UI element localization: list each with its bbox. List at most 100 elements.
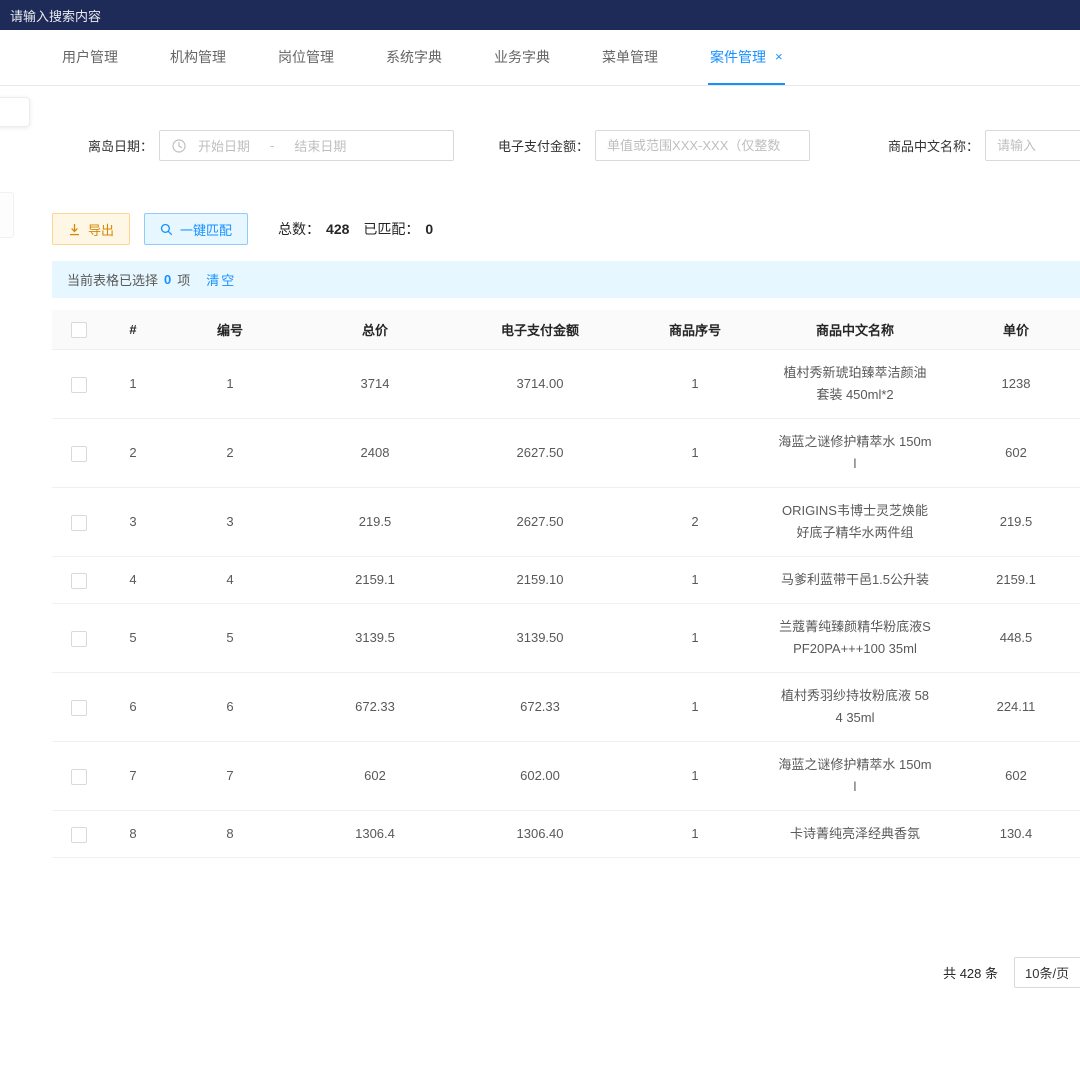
cell-name: 兰蔻菁纯臻颜精华粉底液SPF20PA+++100 35ml bbox=[760, 616, 950, 660]
row-checkbox-cell bbox=[52, 765, 106, 787]
clock-icon bbox=[172, 139, 186, 153]
cell-code: 5 bbox=[160, 627, 300, 649]
cell-index: 4 bbox=[106, 569, 160, 591]
table-header-row: #编号总价电子支付金额商品序号商品中文名称单价 bbox=[52, 310, 1080, 350]
cell-total: 672.33 bbox=[300, 696, 450, 718]
cell-epay: 2159.10 bbox=[450, 569, 630, 591]
export-button[interactable]: 导出 bbox=[52, 213, 130, 245]
cell-seq: 1 bbox=[630, 696, 760, 718]
cell-code: 2 bbox=[160, 442, 300, 464]
export-button-label: 导出 bbox=[88, 220, 114, 239]
page-size-select[interactable]: 10条/页 bbox=[1014, 957, 1080, 988]
cell-code: 8 bbox=[160, 823, 300, 845]
row-checkbox[interactable] bbox=[71, 377, 87, 393]
date-end-input[interactable]: 结束日期 bbox=[294, 136, 346, 155]
column-header: # bbox=[106, 322, 160, 337]
tab-bar: 用户管理 机构管理 岗位管理系统字典 业务字典 菜单管理 案件管理× bbox=[0, 30, 1080, 86]
date-filter-label: 离岛日期： bbox=[88, 136, 153, 155]
filter-row: 离岛日期： 开始日期 - 结束日期 电子支付金额： 商品中文名称： bbox=[88, 130, 1080, 161]
tab-label: 菜单管理 bbox=[602, 47, 658, 67]
tab-item[interactable]: 用户管理 bbox=[60, 30, 120, 85]
matched-label: 已匹配： bbox=[363, 219, 419, 239]
column-header: 商品序号 bbox=[630, 320, 760, 339]
cell-unit: 448.5 bbox=[950, 627, 1080, 649]
cell-index: 1 bbox=[106, 373, 160, 395]
row-checkbox-cell bbox=[52, 627, 106, 649]
data-table: #编号总价电子支付金额商品序号商品中文名称单价 1137143714.001植村… bbox=[52, 310, 1080, 887]
table-row: 1137143714.001植村秀新琥珀臻萃洁颜油套装 450ml*21238 bbox=[52, 350, 1080, 419]
tab-label: 机构管理 bbox=[170, 47, 226, 67]
export-icon bbox=[68, 223, 81, 236]
cell-code: 1 bbox=[160, 373, 300, 395]
table-row: 33219.52627.502ORIGINS韦博士灵芝焕能好底子精华水两件组21… bbox=[52, 488, 1080, 557]
clear-selection-link[interactable]: 清空 bbox=[206, 270, 236, 289]
row-checkbox[interactable] bbox=[71, 573, 87, 589]
cell-name: 海蓝之谜修护精萃水 150ml bbox=[760, 754, 950, 798]
row-checkbox-cell bbox=[52, 373, 106, 395]
tab-item[interactable]: 系统字典 bbox=[384, 30, 444, 85]
row-checkbox[interactable] bbox=[71, 631, 87, 647]
search-icon bbox=[160, 223, 173, 236]
date-range-picker[interactable]: 开始日期 - 结束日期 bbox=[159, 130, 454, 161]
column-header: 总价 bbox=[300, 320, 450, 339]
date-start-input[interactable]: 开始日期 bbox=[198, 136, 250, 155]
cell-seq: 1 bbox=[630, 765, 760, 787]
table-row: 2224082627.501海蓝之谜修护精萃水 150ml602 bbox=[52, 419, 1080, 488]
table-row: 553139.53139.501兰蔻菁纯臻颜精华粉底液SPF20PA+++100… bbox=[52, 604, 1080, 673]
pagination-bar: 共 428 条 10条/页 bbox=[0, 957, 1080, 988]
side-drawer-handle[interactable] bbox=[0, 97, 30, 127]
amount-input[interactable] bbox=[595, 130, 810, 161]
cell-seq: 1 bbox=[630, 373, 760, 395]
tab-label: 业务字典 bbox=[494, 47, 550, 67]
total-label: 总数： bbox=[278, 219, 320, 239]
selection-count: 0 bbox=[164, 272, 171, 287]
product-name-input[interactable] bbox=[985, 130, 1080, 161]
cell-name: 植村秀新琥珀臻萃洁颜油套装 450ml*2 bbox=[760, 362, 950, 406]
page-size-value: 10条/页 bbox=[1025, 963, 1069, 982]
column-header: 商品中文名称 bbox=[760, 320, 950, 339]
table-body: 1137143714.001植村秀新琥珀臻萃洁颜油套装 450ml*212382… bbox=[52, 350, 1080, 858]
row-checkbox[interactable] bbox=[71, 515, 87, 531]
cell-code: 4 bbox=[160, 569, 300, 591]
row-checkbox-cell bbox=[52, 569, 106, 591]
cell-epay: 1306.40 bbox=[450, 823, 630, 845]
select-all-checkbox[interactable] bbox=[71, 322, 87, 338]
cell-unit: 602 bbox=[950, 442, 1080, 464]
table-row: 881306.41306.401卡诗菁纯亮泽经典香氛130.4 bbox=[52, 811, 1080, 858]
one-key-match-button[interactable]: 一键匹配 bbox=[144, 213, 248, 245]
tab-item[interactable]: 案件管理× bbox=[708, 30, 785, 85]
row-checkbox-cell bbox=[52, 442, 106, 464]
top-bar: 请输入搜索内容 bbox=[0, 0, 1080, 30]
cell-unit: 224.11 bbox=[950, 696, 1080, 718]
date-separator: - bbox=[270, 138, 274, 153]
selection-prefix: 当前表格已选择 bbox=[67, 270, 158, 289]
match-button-label: 一键匹配 bbox=[180, 220, 232, 239]
table-row: 77602602.001海蓝之谜修护精萃水 150ml602 bbox=[52, 742, 1080, 811]
cell-epay: 602.00 bbox=[450, 765, 630, 787]
tab-item[interactable]: 业务字典 bbox=[492, 30, 552, 85]
cell-index: 3 bbox=[106, 511, 160, 533]
global-search-input[interactable]: 请输入搜索内容 bbox=[10, 6, 101, 25]
cell-seq: 2 bbox=[630, 511, 760, 533]
row-checkbox[interactable] bbox=[71, 446, 87, 462]
tab-item[interactable]: 岗位管理 bbox=[276, 30, 336, 85]
cell-total: 1306.4 bbox=[300, 823, 450, 845]
close-icon[interactable]: × bbox=[775, 49, 783, 64]
tab-item[interactable]: 机构管理 bbox=[168, 30, 228, 85]
cell-unit: 130.4 bbox=[950, 823, 1080, 845]
row-checkbox[interactable] bbox=[71, 700, 87, 716]
cell-unit: 602 bbox=[950, 765, 1080, 787]
cell-index: 6 bbox=[106, 696, 160, 718]
row-checkbox[interactable] bbox=[71, 827, 87, 843]
cell-index: 7 bbox=[106, 765, 160, 787]
cell-seq: 1 bbox=[630, 569, 760, 591]
cell-total: 2408 bbox=[300, 442, 450, 464]
tab-item[interactable]: 菜单管理 bbox=[600, 30, 660, 85]
cell-total: 219.5 bbox=[300, 511, 450, 533]
row-checkbox[interactable] bbox=[71, 769, 87, 785]
cell-epay: 672.33 bbox=[450, 696, 630, 718]
product-filter-label: 商品中文名称： bbox=[888, 136, 979, 155]
totals-summary: 总数： 428 已匹配： 0 bbox=[278, 219, 433, 239]
cell-index: 8 bbox=[106, 823, 160, 845]
cell-seq: 1 bbox=[630, 442, 760, 464]
